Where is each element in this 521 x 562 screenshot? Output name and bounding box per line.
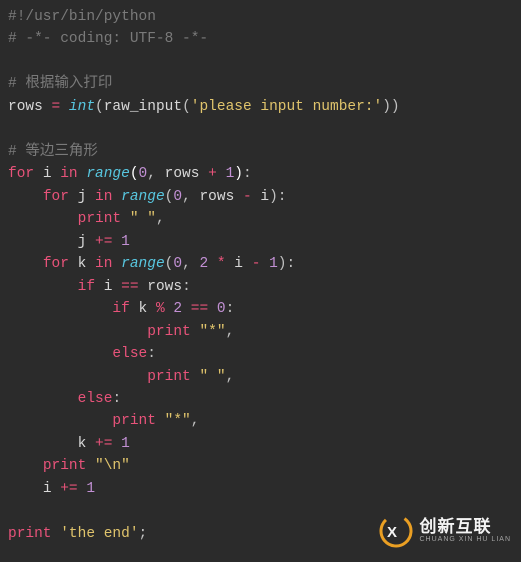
num-one: 1 <box>269 256 278 272</box>
var-rows: rows <box>165 166 200 182</box>
comment-triangle: # 等边三角形 <box>8 144 98 160</box>
builtin-int: int <box>69 99 95 115</box>
kw-if: if <box>112 301 129 317</box>
string-space: " " <box>130 211 156 227</box>
num-zero: 0 <box>173 189 182 205</box>
string-space: " " <box>199 369 225 385</box>
kw-print: print <box>147 324 191 340</box>
op-pluseq: += <box>95 436 112 452</box>
op-eqeq: == <box>191 301 208 317</box>
var-k: k <box>139 301 148 317</box>
op-assign: = <box>52 99 61 115</box>
var-i: i <box>260 189 269 205</box>
kw-in: in <box>95 189 112 205</box>
semicolon: ; <box>139 526 148 542</box>
op-star: * <box>217 256 226 272</box>
op-plus: + <box>208 166 217 182</box>
var-rows: rows <box>8 99 43 115</box>
op-pluseq: += <box>60 481 77 497</box>
var-i: i <box>43 481 52 497</box>
kw-print: print <box>78 211 122 227</box>
kw-if: if <box>78 279 95 295</box>
builtin-raw-input: raw_input <box>104 99 182 115</box>
kw-in: in <box>60 166 77 182</box>
var-i: i <box>43 166 52 182</box>
op-minus: - <box>252 256 261 272</box>
num-one: 1 <box>86 481 95 497</box>
string-star: "*" <box>165 413 191 429</box>
kw-print: print <box>147 369 191 385</box>
builtin-range: range <box>86 166 130 182</box>
var-rows: rows <box>199 189 234 205</box>
shebang-line: #!/usr/bin/python <box>8 9 156 25</box>
builtin-range: range <box>121 189 165 205</box>
string-star: "*" <box>199 324 225 340</box>
kw-for: for <box>43 189 69 205</box>
kw-else: else <box>112 346 147 362</box>
kw-print: print <box>112 413 156 429</box>
var-i: i <box>234 256 243 272</box>
num-one: 1 <box>226 166 235 182</box>
kw-for: for <box>43 256 69 272</box>
op-mod: % <box>156 301 165 317</box>
num-one: 1 <box>121 234 130 250</box>
string-prompt: 'please input number:' <box>191 99 382 115</box>
string-the-end: 'the end' <box>60 526 138 542</box>
var-rows: rows <box>147 279 182 295</box>
logo-text-cn: 创新互联 <box>419 518 511 536</box>
watermark-logo: X 创新互联 CHUANG XIN HU LIAN <box>379 514 511 548</box>
op-minus: - <box>243 189 252 205</box>
num-zero: 0 <box>173 256 182 272</box>
kw-for: for <box>8 166 34 182</box>
kw-print: print <box>8 526 52 542</box>
logo-icon: X <box>379 514 413 548</box>
num-zero: 0 <box>139 166 148 182</box>
string-newline: "\n" <box>95 458 130 474</box>
var-j: j <box>78 234 87 250</box>
coding-line: # -*- coding: UTF-8 -*- <box>8 31 208 47</box>
var-k: k <box>78 256 87 272</box>
var-j: j <box>78 189 87 205</box>
num-one: 1 <box>121 436 130 452</box>
op-eqeq: == <box>121 279 138 295</box>
kw-print: print <box>43 458 87 474</box>
logo-text-en: CHUANG XIN HU LIAN <box>419 536 511 543</box>
num-zero: 0 <box>217 301 226 317</box>
comment-input: # 根据输入打印 <box>8 76 112 92</box>
kw-else: else <box>78 391 113 407</box>
num-two: 2 <box>199 256 208 272</box>
num-two: 2 <box>173 301 182 317</box>
builtin-range: range <box>121 256 165 272</box>
svg-text:X: X <box>387 524 397 541</box>
var-i: i <box>104 279 113 295</box>
var-k: k <box>78 436 87 452</box>
op-pluseq: += <box>95 234 112 250</box>
code-block: #!/usr/bin/python # -*- coding: UTF-8 -*… <box>0 0 521 551</box>
kw-in: in <box>95 256 112 272</box>
